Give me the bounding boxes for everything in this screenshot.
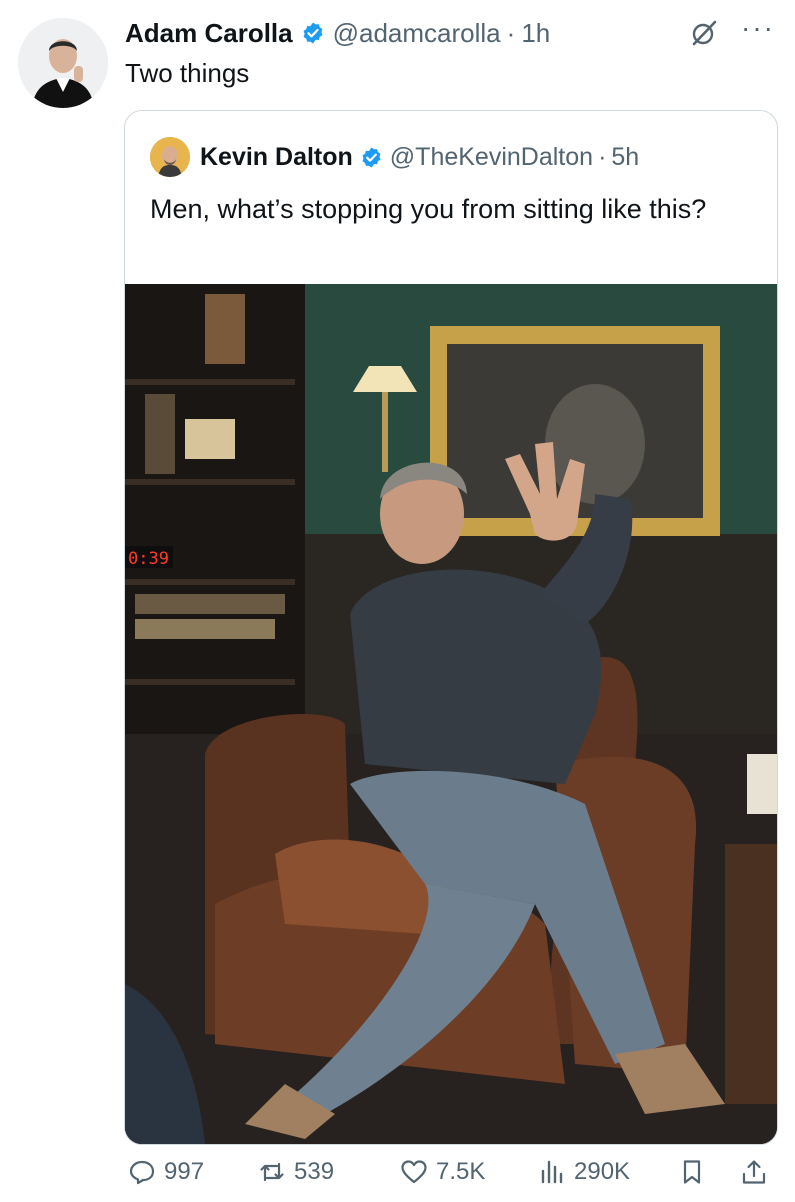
verified-badge-icon <box>303 22 323 44</box>
like-button[interactable]: 7.5K <box>400 1152 485 1192</box>
bookmark-icon <box>683 1160 701 1184</box>
author-name[interactable]: Adam Carolla <box>125 18 293 49</box>
header-actions: ··· <box>689 14 775 51</box>
tweet-action-bar: 997 539 7.5K 290K <box>128 1152 783 1202</box>
photo-scene: 0:39 <box>125 284 777 1144</box>
bookmark-button[interactable] <box>678 1152 706 1192</box>
reply-count: 997 <box>164 1158 205 1185</box>
views-button[interactable]: 290K <box>538 1152 630 1192</box>
tweet-text: Two things <box>125 58 250 88</box>
views-count: 290K <box>574 1158 631 1185</box>
author-avatar[interactable] <box>18 18 108 108</box>
quoted-tweet-card[interactable]: Kevin Dalton @TheKevinDalton · 5h Men, w… <box>124 110 778 1145</box>
share-button[interactable] <box>740 1152 768 1192</box>
tweet-time[interactable]: 1h <box>521 18 550 49</box>
more-icon[interactable]: ··· <box>741 14 775 42</box>
repost-count: 539 <box>294 1158 335 1185</box>
quoted-tweet-photo[interactable]: 0:39 <box>125 284 777 1144</box>
tweet-header: Adam Carolla @adamcarolla · 1h ··· <box>125 14 775 51</box>
separator-dot: · <box>598 142 607 171</box>
separator-dot: · <box>506 17 516 48</box>
author-handle[interactable]: @adamcarolla <box>333 18 501 49</box>
repost-icon <box>260 1162 284 1182</box>
clock-overlay-text: 0:39 <box>128 549 169 569</box>
quoted-tweet-time[interactable]: 5h <box>611 143 639 172</box>
share-icon <box>742 1160 766 1184</box>
avatar-image <box>18 18 108 108</box>
quoted-author-name[interactable]: Kevin Dalton <box>200 143 353 172</box>
quoted-author-avatar <box>150 137 190 177</box>
quoted-author-handle[interactable]: @TheKevinDalton <box>390 143 593 172</box>
quoted-avatar-image <box>150 137 190 177</box>
repost-button[interactable]: 539 <box>258 1152 334 1192</box>
like-icon <box>401 1160 427 1184</box>
reply-button[interactable]: 997 <box>128 1152 204 1192</box>
verified-badge-icon <box>362 146 381 168</box>
like-count: 7.5K <box>436 1158 486 1185</box>
reply-icon <box>129 1160 155 1185</box>
quoted-tweet-text: Men, what’s stopping you from sitting li… <box>150 194 707 224</box>
grok-icon[interactable] <box>689 18 719 48</box>
views-icon <box>541 1160 563 1184</box>
quoted-tweet-header: Kevin Dalton @TheKevinDalton · 5h <box>150 137 639 177</box>
